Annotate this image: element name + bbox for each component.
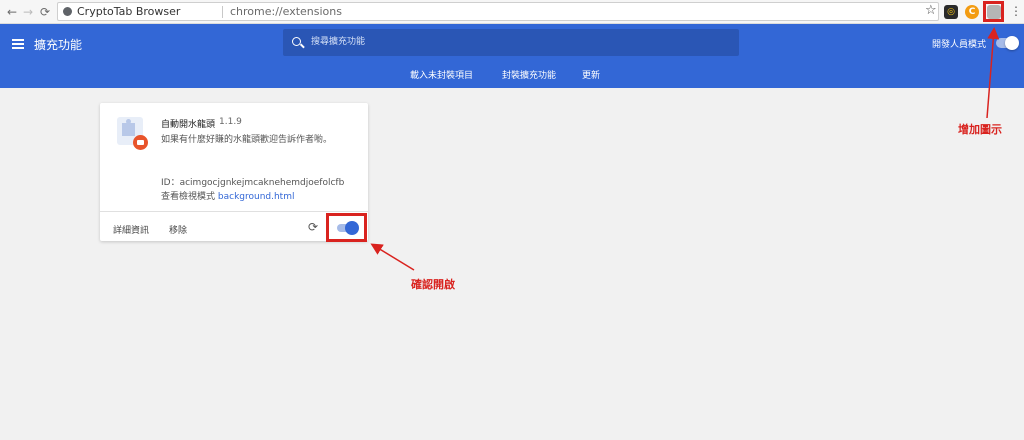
add-icon-note: 增加圖示 [958,123,1002,136]
extension-version: 1.1.9 [219,117,242,127]
bookmark-star-icon[interactable]: ☆ [925,3,937,18]
search-icon [292,37,301,46]
reload-icon[interactable]: ⟳ [37,4,53,20]
extension-id: ID：acimgocjgnkejmcaknehemdjoefolcfb [161,178,345,188]
reload-extension-icon[interactable]: ⟳ [306,220,320,234]
record-badge-icon [133,135,148,150]
load-unpacked-button[interactable]: 載入未封裝項目 [410,68,473,81]
menu-icon[interactable] [12,39,24,49]
extensions-header: 擴充功能 開發人員模式 載入未封裝項目 封裝擴充功能 更新 [0,24,1024,88]
crypto-extension-icon[interactable]: ◎ [944,5,958,19]
inspect-views: 查看檢視模式 background.html [161,189,294,202]
extension-name: 自動開水龍頭 [161,120,216,130]
confirm-enabled-note: 確認開啟 [411,278,455,291]
update-button[interactable]: 更新 [582,68,600,81]
cryptotab-icon[interactable]: C [965,5,979,19]
puzzle-icon [122,119,135,136]
highlight-box-icon [983,1,1004,22]
search-input[interactable] [311,34,721,50]
card-divider [100,211,368,212]
browser-toolbar: ← → ⟳ CryptoTab Browser chrome://extensi… [0,0,1024,24]
dev-mode-toggle[interactable] [996,36,1019,50]
back-arrow-icon[interactable]: ← [4,4,20,20]
background-page-link[interactable]: background.html [218,192,295,202]
pack-extension-button[interactable]: 封裝擴充功能 [502,68,556,81]
enable-highlight-box [326,213,367,242]
forward-arrow-icon[interactable]: → [20,4,36,20]
page-title: 擴充功能 [34,38,83,52]
dev-mode-label: 開發人員模式 [932,40,987,50]
confirm-arrow [370,243,415,271]
search-box[interactable] [283,29,739,56]
more-menu-icon[interactable]: ⋮ [1010,4,1022,18]
remove-button[interactable]: 移除 [169,223,187,236]
extension-enable-toggle[interactable] [337,221,359,235]
url-text[interactable]: chrome://extensions [230,5,342,18]
address-divider [222,6,223,18]
site-name: CryptoTab Browser [77,5,181,18]
site-info-icon[interactable] [63,7,72,16]
inspect-label: 查看檢視模式 [161,192,216,202]
extension-description: 如果有什麼好賺的水龍頭歡迎告訴作者喲。 [161,135,333,145]
address-bar[interactable]: CryptoTab Browser chrome://extensions [57,2,939,21]
details-button[interactable]: 詳細資訊 [113,223,149,236]
